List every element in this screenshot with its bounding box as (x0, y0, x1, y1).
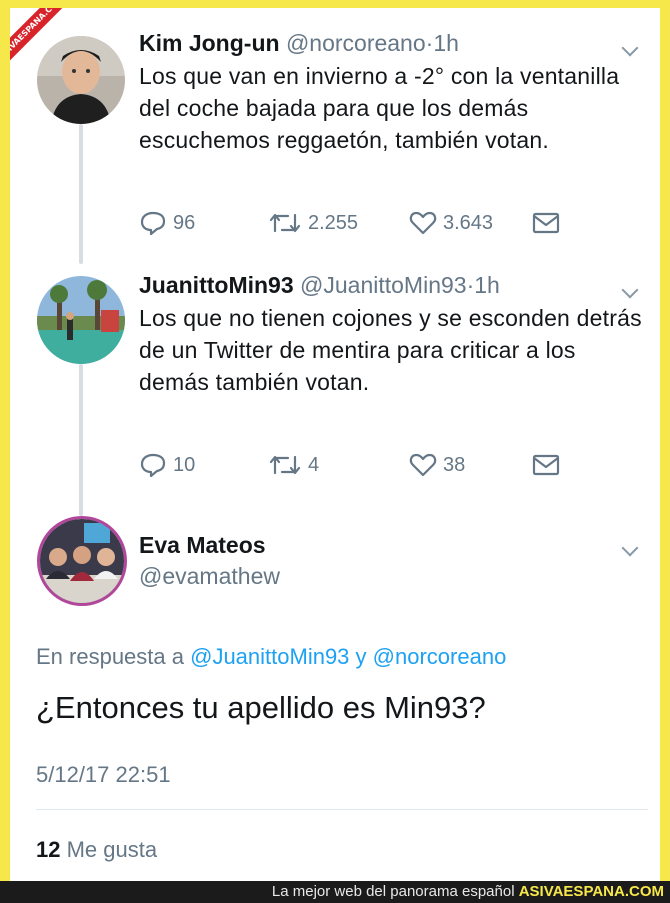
like-button[interactable]: 38 (409, 452, 465, 478)
likes-summary[interactable]: 12 Me gusta (36, 837, 157, 863)
avatar[interactable] (37, 516, 127, 606)
heart-icon (409, 453, 437, 477)
tweet-timestamp[interactable]: 5/12/17 22:51 (36, 762, 171, 788)
tweet[interactable]: JuanittoMin93 @JuanittoMin93·1h Los que … (139, 270, 642, 398)
retweet-icon (269, 455, 301, 475)
reply-prefix: En respuesta a (36, 644, 184, 669)
envelope-icon (532, 212, 560, 234)
tweet-text: Los que no tienen cojones y se esconden … (139, 305, 642, 395)
display-name[interactable]: Kim Jong-un (139, 30, 280, 56)
reply-and: y (355, 644, 367, 669)
heart-icon (409, 211, 437, 235)
reply-count: 96 (173, 211, 196, 234)
reply-context: En respuesta a @JuanittoMin93 y @norcore… (36, 644, 506, 670)
tweet-header: Kim Jong-un @norcoreano·1h (139, 28, 642, 58)
tweet-time[interactable]: 1h (433, 30, 459, 56)
tweet[interactable]: Kim Jong-un @norcoreano·1h Los que van e… (139, 28, 642, 156)
user-handle[interactable]: @JuanittoMin93 (300, 272, 467, 298)
avatar-image (37, 276, 125, 364)
display-name[interactable]: Eva Mateos (139, 532, 642, 559)
footer-banner: La mejor web del panorama español ASIVAE… (0, 881, 670, 903)
message-button[interactable] (532, 210, 560, 236)
message-button[interactable] (532, 452, 560, 478)
site-watermark: ASIVAESPANA.COM (10, 8, 68, 66)
retweet-button[interactable]: 2.255 (268, 210, 358, 236)
reply-count: 10 (173, 453, 196, 476)
thread-line (79, 364, 83, 516)
tweet-text: Los que van en invierno a -2° con la ven… (139, 63, 620, 153)
avatar-image (40, 519, 124, 603)
likes-count: 12 (36, 837, 61, 862)
envelope-icon (532, 454, 560, 476)
divider (36, 809, 648, 810)
tweet-time[interactable]: 1h (474, 272, 500, 298)
footer-site[interactable]: ASIVAESPANA.COM (519, 883, 670, 900)
tweet-card: ASIVAESPANA.COM Kim Jong-un @norcoreano·… (10, 8, 660, 881)
like-button[interactable]: 3.643 (409, 210, 493, 236)
tweet-header: JuanittoMin93 @JuanittoMin93·1h (139, 270, 642, 300)
retweet-count: 2.255 (308, 211, 359, 234)
reply-button[interactable]: 10 (139, 452, 195, 478)
main-tweet-author[interactable]: Eva Mateos @evamathew (139, 532, 642, 590)
tweet-actions: 96 2.255 3.643 (139, 210, 560, 240)
user-handle[interactable]: @norcoreano (286, 30, 426, 56)
mention-link[interactable]: @norcoreano (373, 644, 507, 669)
footer-text: La mejor web del panorama español (271, 883, 515, 900)
reply-button[interactable]: 96 (139, 210, 195, 236)
thread-line (79, 124, 83, 264)
like-count: 3.643 (443, 211, 494, 234)
retweet-button[interactable]: 4 (268, 452, 319, 478)
main-tweet-text: ¿Entonces tu apellido es Min93? (36, 690, 486, 725)
retweet-count: 4 (308, 453, 320, 476)
like-count: 38 (443, 453, 466, 476)
tweet-actions: 10 4 38 (139, 452, 560, 482)
avatar[interactable] (37, 276, 125, 364)
watermark-label: ASIVAESPANA.COM (10, 8, 68, 66)
likes-label: Me gusta (66, 837, 158, 862)
display-name[interactable]: JuanittoMin93 (139, 272, 294, 298)
mention-link[interactable]: @JuanittoMin93 (190, 644, 349, 669)
reply-icon (140, 211, 166, 236)
retweet-icon (269, 213, 301, 233)
user-handle[interactable]: @evamathew (139, 563, 642, 590)
reply-icon (140, 453, 166, 478)
